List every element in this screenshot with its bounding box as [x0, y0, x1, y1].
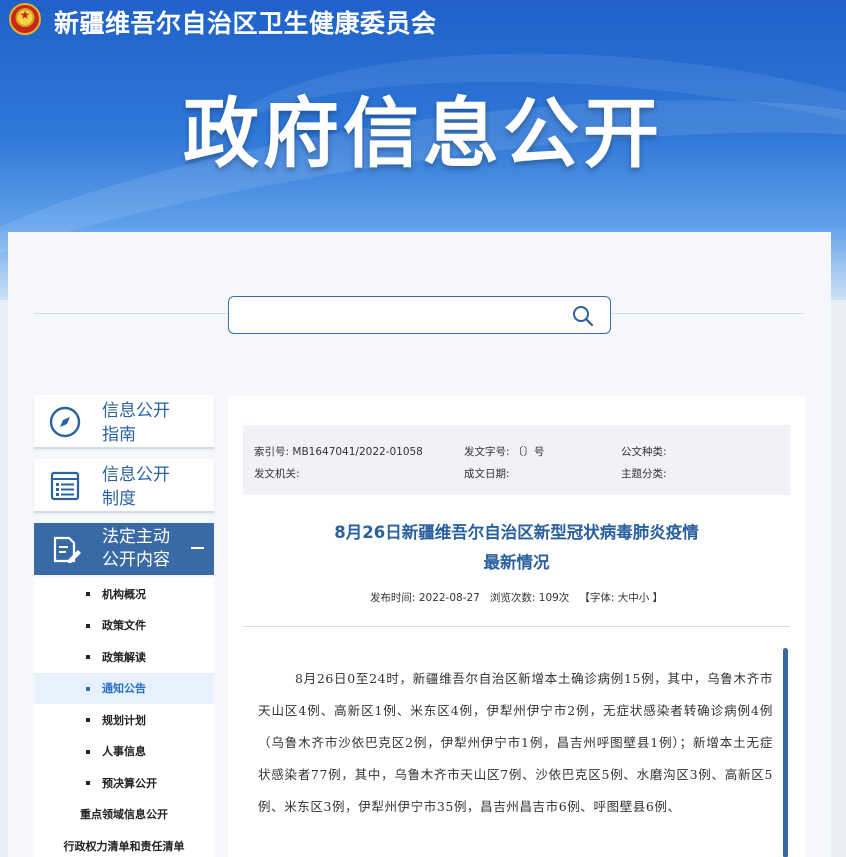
- sidebar-link-label: 行政权力清单和责任清单: [63, 839, 185, 853]
- meta-label: 索引号:: [254, 446, 290, 458]
- submenu-item-budget[interactable]: 预决算公开: [34, 767, 214, 799]
- sidebar-item-label: 法定主动: [102, 527, 170, 547]
- publish-info: 发布时间: 2022-08-27 浏览次数: 109次 【字体: 大中小 】: [243, 590, 790, 605]
- meta-doc-type: 公文种类:: [621, 444, 667, 459]
- search-input[interactable]: [239, 303, 559, 327]
- bullet-icon: [86, 592, 90, 596]
- list-icon: [50, 471, 80, 501]
- sidebar-item-label: 制度: [102, 489, 136, 509]
- collapse-icon[interactable]: [191, 547, 204, 549]
- meta-label: 公文种类:: [621, 446, 667, 458]
- submenu-label: 预决算公开: [102, 776, 157, 790]
- publish-label: 发布时间:: [369, 592, 416, 604]
- bullet-icon: [86, 718, 90, 722]
- views-count: 109次: [538, 592, 570, 604]
- sidebar-link-power-list[interactable]: 行政权力清单和责任清单: [34, 830, 214, 857]
- meta-label: 成文日期:: [464, 468, 510, 480]
- sidebar-item-label: 指南: [102, 425, 136, 445]
- meta-label: 发文机关:: [254, 468, 300, 480]
- article-title-line: 8月26日新疆维吾尔自治区新型冠状病毒肺炎疫情: [334, 523, 699, 542]
- article-scrollbar[interactable]: [783, 648, 788, 857]
- meta-doc-no: 发文字号: 〔〕号: [464, 444, 544, 459]
- search-box: [228, 296, 611, 334]
- article-title-line: 最新情况: [483, 553, 550, 572]
- bullet-icon: [86, 686, 90, 691]
- top-bar: ★ 新疆维吾尔自治区卫生健康委员会: [0, 0, 846, 40]
- meta-value: 〔〕号: [512, 446, 545, 458]
- submenu-label: 人事信息: [102, 745, 146, 759]
- submenu-label: 机构概况: [102, 587, 146, 601]
- meta-index: 索引号: MB1647041/2022-01058: [254, 444, 423, 459]
- sidebar-item-policy[interactable]: 信息公开 制度: [34, 459, 214, 513]
- meta-topic: 主题分类:: [621, 466, 667, 481]
- sidebar-item-active-content[interactable]: 法定主动 公开内容: [34, 523, 214, 575]
- bullet-icon: [86, 781, 90, 785]
- sidebar-submenu: 机构概况 政策文件 政策解读 通知公告 规划计划 人事信息 预决算公开 重点领域…: [34, 578, 214, 857]
- publish-date: 2022-08-27: [418, 592, 480, 604]
- submenu-label: 政策解读: [102, 650, 146, 664]
- submenu-item-org[interactable]: 机构概况: [34, 578, 214, 610]
- bullet-icon: [86, 749, 90, 754]
- article-divider: [243, 626, 790, 627]
- font-size-switch[interactable]: 【字体: 大中小 】: [579, 592, 663, 604]
- article-title: 8月26日新疆维吾尔自治区新型冠状病毒肺炎疫情 最新情况: [243, 518, 790, 578]
- search-icon[interactable]: [572, 305, 594, 327]
- bullet-icon: [86, 655, 90, 659]
- submenu-label: 通知公告: [102, 682, 146, 696]
- sidebar-item-label: 信息公开: [102, 401, 170, 421]
- submenu-label: 规划计划: [102, 713, 146, 727]
- meta-value: MB1647041/2022-01058: [292, 446, 423, 458]
- submenu-item-personnel[interactable]: 人事信息: [34, 736, 214, 768]
- sidebar-link-label: 重点领域信息公开: [80, 808, 168, 822]
- article-meta-table: 索引号: MB1647041/2022-01058 发文字号: 〔〕号 公文种类…: [243, 425, 790, 495]
- meta-label: 发文字号:: [464, 446, 510, 458]
- sidebar-link-key-areas[interactable]: 重点领域信息公开: [34, 799, 214, 831]
- sidebar-item-label: 信息公开: [102, 465, 170, 485]
- meta-date: 成文日期:: [464, 466, 510, 481]
- article-body: 8月26日0至24时，新疆维吾尔自治区新增本土确诊病例15例，其中，乌鲁木齐市天…: [258, 671, 773, 814]
- national-emblem-icon: ★: [9, 3, 41, 35]
- bullet-icon: [86, 623, 90, 628]
- compass-icon: [49, 406, 81, 438]
- edit-document-icon: [53, 536, 81, 563]
- submenu-item-plans[interactable]: 规划计划: [34, 704, 214, 736]
- meta-label: 主题分类:: [621, 468, 667, 480]
- article-container: 索引号: MB1647041/2022-01058 发文字号: 〔〕号 公文种类…: [228, 396, 805, 857]
- meta-issuer: 发文机关:: [254, 466, 300, 481]
- submenu-item-policy-docs[interactable]: 政策文件: [34, 610, 214, 642]
- views-label: 浏览次数:: [489, 592, 536, 604]
- submenu-item-notices[interactable]: 通知公告: [34, 672, 214, 704]
- site-name[interactable]: 新疆维吾尔自治区卫生健康委员会: [54, 4, 437, 40]
- sidebar-item-guide[interactable]: 信息公开 指南: [34, 395, 214, 449]
- page-title: 政府信息公开: [183, 89, 663, 178]
- submenu-item-interpretation[interactable]: 政策解读: [34, 641, 214, 673]
- submenu-label: 政策文件: [102, 619, 146, 633]
- sidebar-item-label: 公开内容: [102, 550, 170, 570]
